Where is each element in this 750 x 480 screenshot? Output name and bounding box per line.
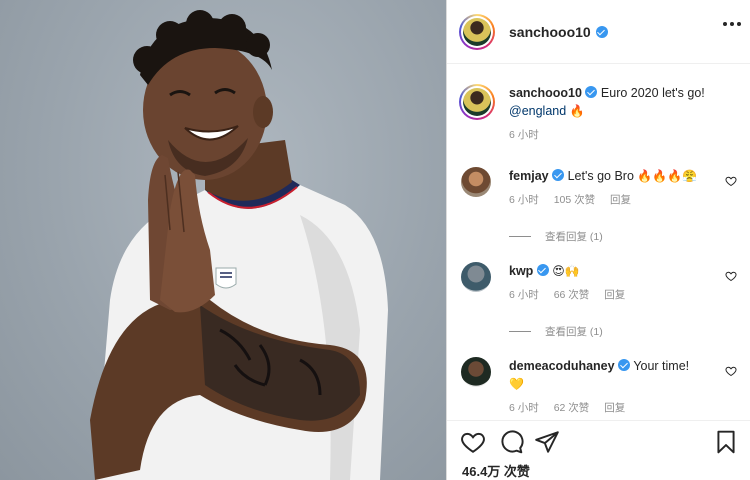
comments-section[interactable]: sanchooo10 Euro 2020 let's go! @england … [447, 64, 750, 420]
reply-button[interactable]: 回复 [610, 194, 631, 206]
caption-time[interactable]: 6 小时 [509, 129, 539, 141]
comment-time[interactable]: 6 小时 [509, 402, 539, 414]
instagram-post: sanchooo10 sanchooo10 Euro 2020 let's go… [0, 0, 750, 480]
verified-badge-icon [618, 359, 631, 371]
comment-femjay: femjay Let's go Bro 🔥🔥🔥😤 6 小时 105 次赞 回复 [461, 167, 741, 227]
comment-username[interactable]: kwp [509, 264, 533, 278]
post-photo[interactable] [0, 0, 446, 480]
comment-body: femjay Let's go Bro 🔥🔥🔥😤 6 小时 105 次赞 回复 [509, 167, 729, 209]
commenter-avatar[interactable] [461, 262, 491, 292]
comment-text: Your time! [633, 359, 690, 373]
comment-likes[interactable]: 66 次赞 [554, 289, 590, 301]
heart-eyes-emoji-icon: 😍🙌 [552, 264, 580, 278]
post-header: sanchooo10 [447, 0, 750, 64]
comment-meta: 6 小时 62 次赞 回复 [509, 399, 729, 417]
like-comment-heart-icon[interactable] [725, 175, 737, 187]
post-likes-count[interactable]: 46.4万 次赞 [462, 461, 530, 480]
reply-button[interactable]: 回复 [604, 289, 625, 301]
comment-username[interactable]: demeacoduhaney [509, 359, 615, 373]
reply-button[interactable]: 回复 [604, 402, 625, 414]
caption: sanchooo10 Euro 2020 let's go! @england … [459, 84, 741, 154]
comment-time[interactable]: 6 小时 [509, 289, 539, 301]
comment-bubble-icon[interactable] [498, 429, 524, 455]
comment-text: Let's go Bro [567, 169, 634, 183]
comment-likes[interactable]: 62 次赞 [554, 402, 590, 414]
comment-body: kwp 😍🙌 6 小时 66 次赞 回复 [509, 262, 729, 304]
post-side-panel: sanchooo10 sanchooo10 Euro 2020 let's go… [446, 0, 750, 480]
comment-meta: 6 小时 105 次赞 回复 [509, 191, 729, 209]
caption-meta: 6 小时 [509, 126, 729, 144]
comment-body: demeacoduhaney Your time! 💛 6 小时 62 次赞 回… [509, 357, 729, 417]
fire-icon: 🔥 [569, 104, 585, 118]
verified-badge-icon [585, 86, 598, 98]
author-avatar[interactable] [459, 13, 495, 50]
comment-kwp: kwp 😍🙌 6 小时 66 次赞 回复 [461, 262, 741, 322]
mention-link[interactable]: @england [509, 104, 566, 118]
comment-username[interactable]: femjay [509, 169, 549, 183]
view-replies-label: 查看回复 (1) [545, 326, 603, 338]
verified-badge-icon [552, 169, 565, 181]
like-heart-icon[interactable] [460, 429, 486, 455]
view-replies-button[interactable]: 查看回复 (1) [509, 229, 603, 244]
caption-avatar[interactable] [459, 84, 495, 120]
commenter-avatar[interactable] [461, 357, 491, 387]
save-bookmark-icon[interactable] [713, 429, 739, 455]
author-username[interactable]: sanchooo10 [509, 24, 591, 40]
comment-time[interactable]: 6 小时 [509, 194, 539, 206]
verified-badge-icon [595, 25, 608, 38]
caption-text: Euro 2020 let's go! [600, 86, 705, 100]
share-send-icon[interactable] [534, 429, 560, 455]
post-actions: 46.4万 次赞 [447, 420, 750, 480]
like-comment-heart-icon[interactable] [725, 270, 737, 282]
view-replies-button[interactable]: 查看回复 (1) [509, 324, 603, 339]
like-comment-heart-icon[interactable] [725, 365, 737, 377]
comment-demeacoduhaney: demeacoduhaney Your time! 💛 6 小时 62 次赞 回… [461, 357, 741, 417]
comment-likes[interactable]: 105 次赞 [554, 194, 595, 206]
caption-username[interactable]: sanchooo10 [509, 86, 582, 100]
player-portrait-illustration [90, 10, 388, 480]
fire-emoji-icon: 🔥🔥🔥😤 [637, 169, 698, 183]
caption-body: sanchooo10 Euro 2020 let's go! @england … [509, 84, 729, 144]
view-replies-label: 查看回复 (1) [545, 231, 603, 243]
commenter-avatar[interactable] [461, 167, 491, 197]
more-options-icon[interactable] [723, 22, 741, 26]
comment-meta: 6 小时 66 次赞 回复 [509, 286, 729, 304]
verified-badge-icon [536, 264, 549, 276]
author-name-row: sanchooo10 [509, 24, 608, 40]
yellow-heart-emoji-icon: 💛 [509, 377, 524, 391]
